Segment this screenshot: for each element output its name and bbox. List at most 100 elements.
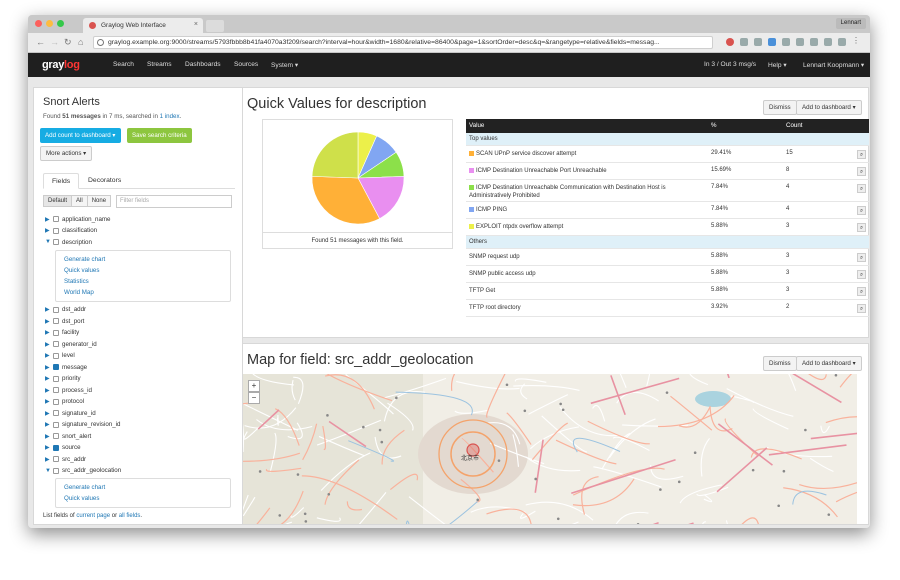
- minimize-window-icon[interactable]: [46, 20, 53, 27]
- nav-sources[interactable]: Sources: [234, 61, 258, 68]
- field-row[interactable]: ▶ dst_addr: [45, 305, 86, 315]
- add-quick-values-to-dashboard-button[interactable]: Add to dashboard ▾: [796, 100, 862, 115]
- field-checkbox[interactable]: [53, 341, 59, 347]
- close-tab-icon[interactable]: ×: [194, 21, 198, 28]
- field-checkbox[interactable]: [53, 318, 59, 324]
- field-action-link[interactable]: Generate chart: [56, 482, 230, 493]
- field-row[interactable]: ▶ snort_alert: [45, 431, 91, 441]
- close-window-icon[interactable]: [35, 20, 42, 27]
- caret-right-icon[interactable]: ▶: [45, 456, 53, 463]
- field-row[interactable]: ▶ signature_id: [45, 408, 96, 418]
- field-checkbox[interactable]: [53, 387, 59, 393]
- nav-help[interactable]: Help ▾: [768, 61, 787, 69]
- map-canvas[interactable]: 北京市 + −: [243, 374, 857, 524]
- field-row[interactable]: ▶ protocol: [45, 397, 84, 407]
- field-checkbox[interactable]: [53, 421, 59, 428]
- field-action-link[interactable]: Quick values: [56, 265, 230, 276]
- add-count-to-dashboard-button[interactable]: Add count to dashboard ▾: [40, 128, 121, 143]
- back-arrow-icon[interactable]: ←: [36, 37, 45, 47]
- field-row[interactable]: ▶ classification: [45, 226, 97, 236]
- search-icon[interactable]: ⌕: [857, 206, 866, 215]
- zoom-out-button[interactable]: −: [248, 392, 260, 404]
- search-icon[interactable]: ⌕: [857, 167, 866, 176]
- filter-all-button[interactable]: All: [71, 195, 88, 207]
- pie-slice[interactable]: [311, 131, 359, 179]
- home-icon[interactable]: ⌂: [78, 37, 83, 47]
- field-checkbox[interactable]: [53, 352, 59, 359]
- caret-right-icon[interactable]: ▶: [45, 341, 53, 348]
- maximize-window-icon[interactable]: [57, 20, 64, 27]
- dismiss-map-button[interactable]: Dismiss: [763, 356, 797, 371]
- field-row[interactable]: ▼ description: [45, 237, 92, 247]
- field-checkbox[interactable]: [53, 239, 59, 245]
- caret-right-icon[interactable]: ▶: [45, 433, 53, 440]
- field-checkbox[interactable]: [53, 306, 59, 313]
- forward-arrow-icon[interactable]: →: [50, 37, 59, 47]
- nav-user-menu[interactable]: Lennart Koopmann ▾: [803, 61, 864, 69]
- caret-right-icon[interactable]: ▶: [45, 444, 53, 451]
- caret-right-icon[interactable]: ▶: [45, 364, 53, 371]
- field-row[interactable]: ▶ source: [45, 443, 81, 453]
- field-checkbox[interactable]: [53, 444, 59, 451]
- extension-icon[interactable]: [796, 38, 804, 46]
- field-checkbox[interactable]: [53, 216, 59, 222]
- filter-default-button[interactable]: Default: [43, 195, 73, 207]
- field-row[interactable]: ▶ signature_revision_id: [45, 420, 120, 430]
- extension-icon[interactable]: [740, 38, 748, 46]
- caret-right-icon[interactable]: ▶: [45, 375, 53, 382]
- field-checkbox[interactable]: [53, 410, 59, 416]
- field-row[interactable]: ▶ src_addr: [45, 454, 86, 464]
- dismiss-quick-values-button[interactable]: Dismiss: [763, 100, 797, 115]
- field-checkbox[interactable]: [53, 398, 59, 405]
- field-action-link[interactable]: Generate chart: [56, 254, 230, 265]
- caret-right-icon[interactable]: ▶: [45, 410, 53, 417]
- opera-extension-icon[interactable]: [726, 38, 734, 46]
- extension-icon[interactable]: [782, 38, 790, 46]
- extension-icon[interactable]: [754, 38, 762, 46]
- caret-right-icon[interactable]: ▶: [45, 329, 53, 336]
- field-row[interactable]: ▶ priority: [45, 374, 81, 384]
- caret-right-icon[interactable]: ▶: [45, 387, 53, 394]
- nav-search[interactable]: Search: [113, 61, 134, 68]
- caret-down-icon[interactable]: ▼: [45, 468, 53, 474]
- caret-right-icon[interactable]: ▶: [45, 318, 53, 325]
- nav-system[interactable]: System ▾: [271, 61, 298, 69]
- tab-decorators[interactable]: Decorators: [80, 173, 129, 189]
- field-row[interactable]: ▶ message: [45, 362, 87, 372]
- field-row[interactable]: ▶ process_id: [45, 385, 92, 395]
- extension-icon[interactable]: [810, 38, 818, 46]
- search-icon[interactable]: ⌕: [857, 150, 866, 159]
- search-icon[interactable]: ⌕: [857, 184, 866, 193]
- search-icon[interactable]: ⌕: [857, 270, 866, 279]
- cast-icon[interactable]: [838, 38, 846, 46]
- tab-fields[interactable]: Fields: [43, 173, 80, 189]
- nav-streams[interactable]: Streams: [147, 61, 172, 68]
- field-checkbox[interactable]: [53, 467, 59, 474]
- caret-right-icon[interactable]: ▶: [45, 352, 53, 359]
- field-action-link[interactable]: World Map: [56, 287, 230, 298]
- field-action-link[interactable]: Statistics: [56, 276, 230, 287]
- search-icon[interactable]: ⌕: [857, 223, 866, 232]
- browser-menu-icon[interactable]: ⋮: [852, 37, 860, 46]
- extension-icon[interactable]: [768, 38, 776, 46]
- search-icon[interactable]: ⌕: [857, 287, 866, 296]
- filter-none-button[interactable]: None: [86, 195, 112, 207]
- field-row[interactable]: ▶ application_name: [45, 214, 111, 224]
- field-checkbox[interactable]: [53, 227, 59, 234]
- field-row[interactable]: ▼ src_addr_geolocation: [45, 466, 121, 476]
- caret-right-icon[interactable]: ▶: [45, 398, 53, 405]
- current-page-link[interactable]: current page: [76, 513, 110, 519]
- field-checkbox[interactable]: [53, 329, 59, 336]
- caret-right-icon[interactable]: ▶: [45, 306, 53, 313]
- reload-icon[interactable]: ↻: [64, 37, 72, 48]
- all-fields-link[interactable]: all fields: [119, 513, 141, 519]
- caret-right-icon[interactable]: ▶: [45, 216, 53, 223]
- field-checkbox[interactable]: [53, 375, 59, 382]
- field-checkbox[interactable]: [53, 433, 59, 439]
- caret-down-icon[interactable]: ▼: [45, 239, 53, 245]
- extension-icon[interactable]: [824, 38, 832, 46]
- caret-right-icon[interactable]: ▶: [45, 421, 53, 428]
- browser-profile-button[interactable]: Lennart: [835, 18, 866, 29]
- url-input[interactable]: graylog.example.org:9000/streams/5793fbb…: [93, 36, 713, 49]
- search-icon[interactable]: ⌕: [857, 304, 866, 313]
